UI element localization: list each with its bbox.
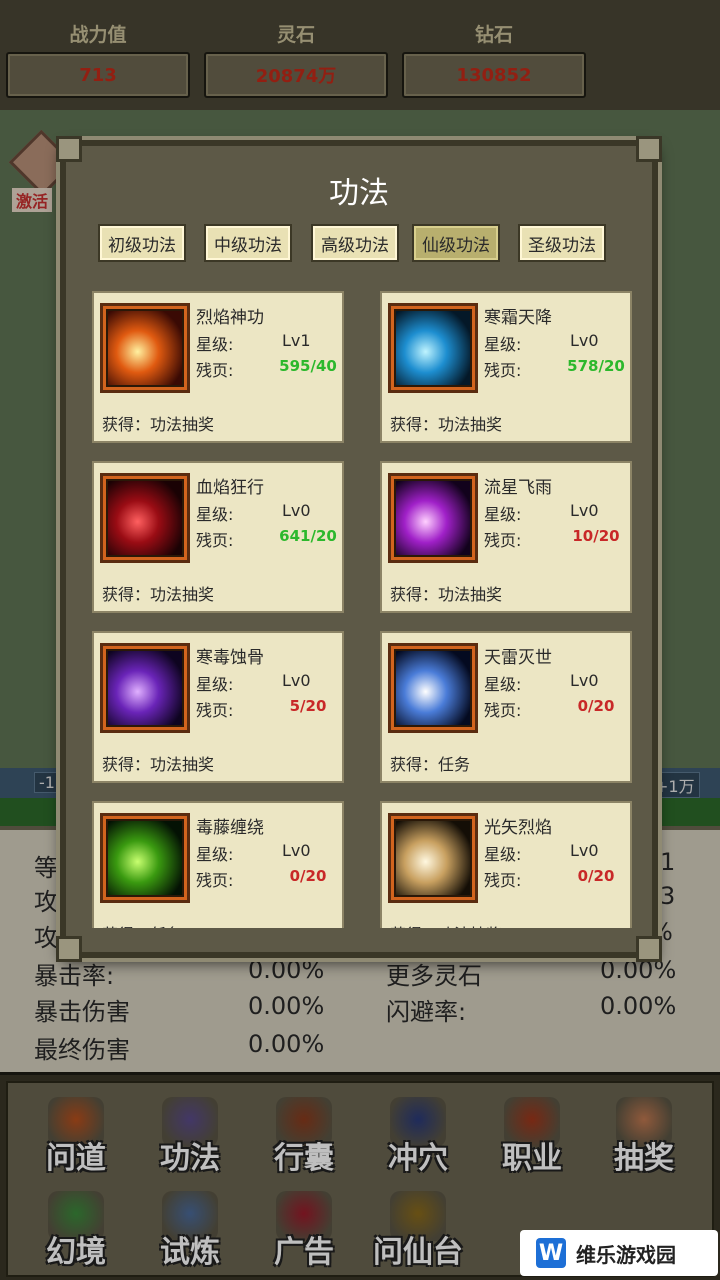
star-level: Lv0 (282, 671, 311, 690)
skill-name: 毒藤缠绕 (196, 818, 264, 838)
skill-source: 获得：任务 (102, 921, 182, 928)
skill-icon-frame (388, 643, 478, 733)
watermark-logo-icon: W (536, 1238, 566, 1268)
skill-icon-frame (100, 643, 190, 733)
star-level: Lv0 (570, 671, 599, 690)
pages-label: 残页: (196, 531, 234, 550)
skill-card[interactable]: 光矢烈焰星级: Lv0 残页: 0/20 获得：功法抽奖 (380, 801, 632, 928)
pages-value: 595/40 (279, 357, 337, 375)
fireball-icon (106, 309, 184, 387)
gongfa-dialog: 功法 初级功法 中级功法 高级功法 仙级功法 圣级功法 烈焰神功星级: Lv1 残页… (56, 136, 662, 962)
star-label: 星级: (484, 845, 522, 864)
pages-label: 残页: (484, 361, 522, 380)
pages-value: 0/20 (289, 867, 327, 885)
skill-icon-frame (100, 813, 190, 903)
star-level: Lv0 (570, 841, 599, 860)
star-level: Lv0 (282, 501, 311, 520)
tab-beginner[interactable]: 初级功法 (98, 224, 186, 262)
pages-value: 5/20 (289, 697, 327, 715)
star-label: 星级: (484, 505, 522, 524)
pages-value: 0/20 (577, 697, 615, 715)
skill-name: 血焰狂行 (196, 478, 264, 498)
pages-value: 10/20 (572, 527, 620, 545)
skill-source: 获得：功法抽奖 (390, 585, 503, 604)
pages-value: 641/20 (279, 527, 337, 545)
skill-source: 获得：功法抽奖 (102, 415, 215, 434)
star-label: 星级: (196, 335, 234, 354)
tab-advanced[interactable]: 高级功法 (311, 224, 399, 262)
skill-card[interactable]: 寒毒蚀骨星级: Lv0 残页: 5/20 获得：功法抽奖 (92, 631, 344, 783)
skill-source: 获得：功法抽奖 (390, 921, 502, 928)
thunder-icon (394, 649, 472, 727)
tab-intermediate[interactable]: 中级功法 (204, 224, 292, 262)
dialog-corner-ornament (636, 936, 662, 962)
watermark-text: 维乐游戏园 (576, 1242, 676, 1267)
pages-label: 残页: (484, 701, 522, 720)
skill-card[interactable]: 寒霜天降星级: Lv0 残页: 578/20 获得：功法抽奖 (380, 291, 632, 443)
poison-bone-icon (106, 649, 184, 727)
pages-label: 残页: (484, 531, 522, 550)
skill-card[interactable]: 血焰狂行星级: Lv0 残页: 641/20 获得：功法抽奖 (92, 461, 344, 613)
meteor-icon (394, 479, 472, 557)
skill-name: 天雷灭世 (484, 648, 552, 668)
blood-flame-icon (106, 479, 184, 557)
skill-icon-frame (388, 813, 478, 903)
vine-icon (106, 819, 184, 897)
skill-name: 流星飞雨 (484, 478, 552, 498)
skill-source: 获得：功法抽奖 (390, 415, 503, 434)
pages-label: 残页: (196, 701, 234, 720)
skill-source: 获得：功法抽奖 (102, 585, 215, 604)
star-level: Lv0 (570, 501, 599, 520)
pages-label: 残页: (196, 361, 234, 380)
site-watermark: W 维乐游戏园 (520, 1230, 718, 1276)
skill-icon-frame (100, 303, 190, 393)
dialog-title: 功法 (329, 176, 389, 211)
skill-card[interactable]: 流星飞雨星级: Lv0 残页: 10/20 获得：功法抽奖 (380, 461, 632, 613)
skill-source: 获得：功法抽奖 (102, 755, 215, 774)
pages-label: 残页: (196, 871, 234, 890)
skill-name: 光矢烈焰 (484, 818, 552, 838)
skill-list[interactable]: 烈焰神功星级: Lv1 残页: 595/40 获得：功法抽奖 寒霜天降星级: Lv0 残页: 5… (86, 291, 632, 928)
pages-label: 残页: (484, 871, 522, 890)
skill-card[interactable]: 烈焰神功星级: Lv1 残页: 595/40 获得：功法抽奖 (92, 291, 344, 443)
skill-name: 烈焰神功 (196, 308, 264, 328)
star-label: 星级: (196, 845, 234, 864)
star-label: 星级: (484, 335, 522, 354)
tab-immortal[interactable]: 仙级功法 (412, 224, 500, 262)
star-label: 星级: (196, 675, 234, 694)
pages-value: 0/20 (577, 867, 615, 885)
skill-card[interactable]: 天雷灭世星级: Lv0 残页: 0/20 获得：任务 (380, 631, 632, 783)
pages-value: 578/20 (567, 357, 625, 375)
skill-icon-frame (100, 473, 190, 563)
star-label: 星级: (484, 675, 522, 694)
star-level: Lv1 (282, 331, 311, 350)
star-label: 星级: (196, 505, 234, 524)
star-level: Lv0 (570, 331, 599, 350)
skill-name: 寒毒蚀骨 (196, 648, 264, 668)
skill-name: 寒霜天降 (484, 308, 552, 328)
dialog-corner-ornament (56, 136, 82, 162)
tab-saint[interactable]: 圣级功法 (518, 224, 606, 262)
frost-icon (394, 309, 472, 387)
skill-card[interactable]: 毒藤缠绕星级: Lv0 残页: 0/20 获得：任务 (92, 801, 344, 928)
dialog-corner-ornament (56, 936, 82, 962)
skill-icon-frame (388, 473, 478, 563)
skill-icon-frame (388, 303, 478, 393)
dialog-corner-ornament (636, 136, 662, 162)
star-level: Lv0 (282, 841, 311, 860)
light-arrow-icon (394, 819, 472, 897)
skill-source: 获得：任务 (390, 755, 471, 774)
